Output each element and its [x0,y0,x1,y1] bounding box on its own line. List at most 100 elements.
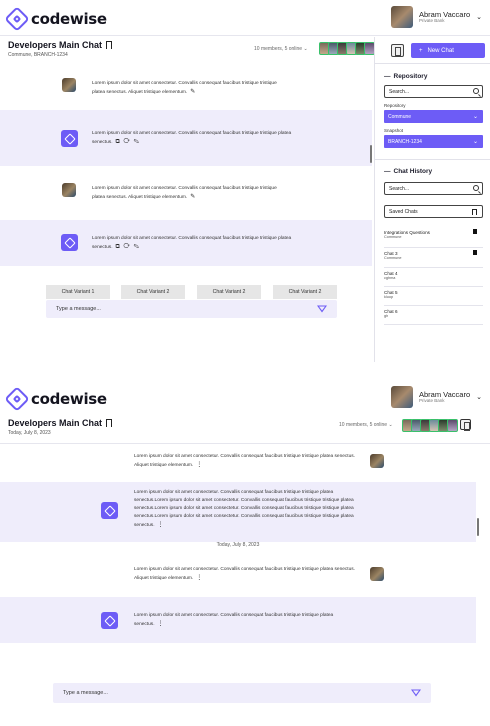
panel-toggle-icon[interactable] [391,44,404,57]
bookmark-icon[interactable] [106,419,113,427]
send-icon[interactable] [411,689,421,697]
chat-screen-bottom: codewise Abram Vaccaro Private Bank ⌄ De… [0,380,490,726]
list-item[interactable]: Chat 3 Commune [384,248,483,268]
logo[interactable]: codewise [4,386,107,412]
list-item[interactable]: Chat 5 kluop [384,287,483,306]
chat-subtitle: Commune, BRANCH-1234 [8,52,68,58]
more-icon[interactable]: ⋮ [158,621,165,627]
chevron-down-icon[interactable]: ⌄ [476,393,482,401]
message-text: Lorem ipsum dolor sit amet consectetur. … [92,236,292,250]
message-row: Lorem ipsum dolor sit amet consectetur. … [0,110,372,166]
chat-variant-button[interactable]: Chat Variant 2 [121,285,185,299]
page-title: Developers Main Chat [8,418,113,428]
members-text: 10 members, 5 online [254,46,303,52]
bot-avatar-icon [61,130,78,147]
top-header: codewise Abram Vaccaro Private Bank ⌄ [0,380,490,416]
message-input[interactable]: Type a message... [53,683,431,703]
avatar [390,386,413,408]
search-icon [473,185,479,191]
repository-search-input[interactable]: Search... [384,85,483,98]
message-text: Lorem ipsum dolor sit amet consectetur. … [134,490,354,528]
scrollbar[interactable] [477,518,479,536]
bookmark-filled-icon[interactable] [473,250,477,255]
chevron-down-icon: ⌄ [472,114,478,120]
chat-variant-button[interactable]: Chat Variant 1 [46,285,110,299]
message-input[interactable]: Type a message... [46,300,337,318]
chevron-down-icon: ⌄ [388,422,393,428]
message-input-placeholder: Type a message... [63,690,108,696]
history-search-input[interactable]: Search... [384,182,483,195]
message-actions-icon[interactable]: ⧉ ⟳ ✎ [116,244,141,250]
message-text: Lorem ipsum dolor sit amet consectetur. … [92,81,277,95]
message-row: Lorem ipsum dolor sit amet consectetur. … [0,170,372,216]
logo-text: codewise [31,390,107,408]
message-text: Lorem ipsum dolor sit amet consectetur. … [92,186,277,200]
bot-avatar-icon [101,612,118,629]
send-icon[interactable] [317,305,327,313]
message-row: Lorem ipsum dolor sit amet consectetur. … [0,482,476,542]
user-subtitle: Private Bank [418,397,445,403]
chevron-down-icon: ⌄ [303,46,308,52]
member-avatars[interactable] [319,42,375,55]
message-text: Lorem ipsum dolor sit amet consectetur. … [134,567,356,581]
members-count[interactable]: 10 members, 5 online ⌄ [254,46,308,52]
more-icon[interactable]: ⋮ [196,462,203,468]
bot-avatar-icon [61,234,78,251]
right-panel: + New Chat Repository Search... Reposito… [374,37,490,362]
list-item[interactable]: Chat 4 cghma [384,268,483,287]
member-avatars[interactable] [402,419,458,432]
plus-icon: + [419,47,423,54]
bookmark-icon[interactable] [106,41,113,49]
list-item[interactable]: Integrations Questions Commune [384,227,483,248]
chat-variant-button[interactable]: Chat Variant 2 [197,285,261,299]
user-menu[interactable]: Abram Vaccaro Private Bank ⌄ [390,6,482,28]
repository-label: Repository [384,103,406,108]
top-header: codewise Abram Vaccaro Private Bank ⌄ [0,0,490,36]
chat-title-text: Developers Main Chat [8,40,103,50]
panel-toggle-icon[interactable] [460,419,471,431]
user-menu[interactable]: Abram Vaccaro Private Bank ⌄ [390,386,482,408]
avatar [390,6,413,28]
chat-header: Developers Main Chat Today, July 8, 2023… [0,416,490,444]
new-chat-button[interactable]: + New Chat [411,43,485,58]
avatar [370,567,384,581]
message-row: Lorem ipsum dolor sit amet consectetur. … [0,220,372,266]
bot-avatar-icon [101,502,118,519]
repository-select[interactable]: Commune ⌄ [384,110,483,123]
right-panel-header: + New Chat [375,37,490,64]
avatar [62,78,76,92]
repository-heading[interactable]: Repository [384,73,428,80]
chat-title-text: Developers Main Chat [8,418,103,428]
logo-icon [4,386,30,412]
chat-variant-button[interactable]: Chat Variant 2 [273,285,337,299]
message-row: Lorem ipsum dolor sit amet consectetur. … [0,444,476,480]
logo-text: codewise [31,10,107,28]
chat-header: Developers Main Chat Commune, BRANCH-123… [0,38,375,66]
avatar [447,419,458,432]
chevron-down-icon[interactable]: ⌄ [476,13,482,21]
saved-chats-button[interactable]: Saved Chats [384,205,483,218]
message-text: Lorem ipsum dolor sit amet consectetur. … [92,131,292,145]
more-icon[interactable]: ⋮ [158,522,165,528]
snapshot-select[interactable]: BRANCH-1234 ⌄ [384,135,483,148]
members-text: 10 members, 5 online [339,422,388,428]
logo[interactable]: codewise [4,6,107,32]
list-item[interactable]: Chat 6 gh [384,306,483,325]
avatar [370,454,384,468]
page-title: Developers Main Chat [8,40,113,50]
bookmark-filled-icon[interactable] [473,229,477,234]
date-divider: Today, July 8, 2023 [216,542,260,548]
message-row: Lorem ipsum dolor sit amet consectetur. … [0,70,372,108]
message-actions-icon[interactable]: ⧉ ⟳ ✎ [116,139,141,145]
logo-icon [4,6,30,32]
bookmark-icon [472,209,477,215]
message-text: Lorem ipsum dolor sit amet consectetur. … [134,613,334,627]
members-count[interactable]: 10 members, 5 online ⌄ [339,422,393,428]
more-icon[interactable]: ⋮ [196,575,203,581]
edit-icon[interactable]: ✎ [190,194,196,200]
scrollbar[interactable] [370,145,372,163]
chevron-down-icon: ⌄ [472,139,478,145]
edit-icon[interactable]: ✎ [190,89,196,95]
message-text: Lorem ipsum dolor sit amet consectetur. … [134,454,356,468]
chat-history-heading[interactable]: Chat History [384,168,433,175]
